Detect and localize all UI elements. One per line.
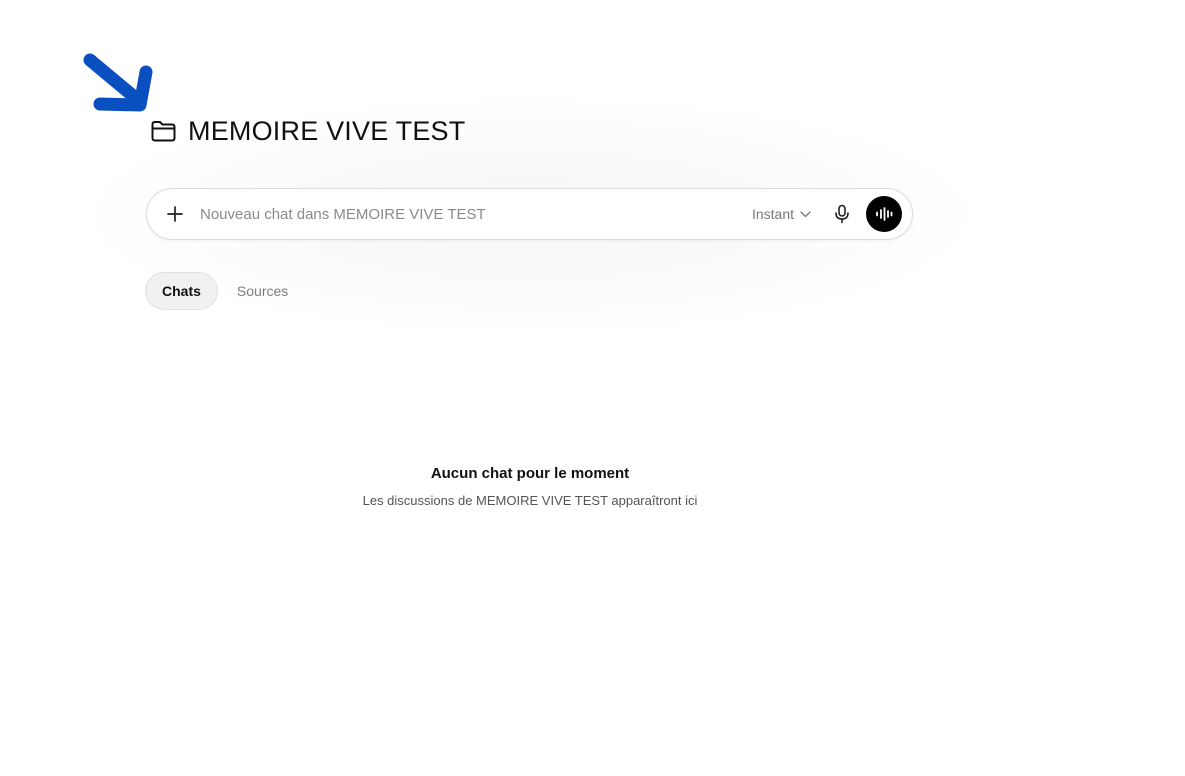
- page-title: MEMOIRE VIVE TEST: [188, 115, 466, 146]
- voice-waveform-icon: [876, 207, 893, 221]
- empty-state: Aucun chat pour le moment Les discussion…: [330, 465, 730, 508]
- tab-chats[interactable]: Chats: [145, 272, 218, 310]
- project-page: MEMOIRE VIVE TEST Instant: [0, 0, 1185, 776]
- mode-dropdown[interactable]: Instant: [752, 206, 811, 222]
- new-chat-input[interactable]: [200, 199, 752, 229]
- empty-state-subtitle: Les discussions de MEMOIRE VIVE TEST app…: [362, 493, 698, 508]
- microphone-icon[interactable]: [829, 201, 855, 227]
- tab-sources[interactable]: Sources: [218, 272, 302, 310]
- voice-mode-button[interactable]: [866, 196, 902, 232]
- arrow-annotation-icon: [83, 53, 153, 112]
- chevron-down-icon: [800, 210, 811, 218]
- folder-icon: [149, 117, 177, 145]
- chat-composer: Instant: [146, 188, 913, 240]
- empty-state-title: Aucun chat pour le moment: [430, 465, 630, 482]
- mode-label: Instant: [751, 206, 794, 222]
- project-header: MEMOIRE VIVE TEST: [149, 113, 465, 149]
- plus-icon[interactable]: [161, 200, 189, 228]
- project-tabs: Chats Sources: [145, 272, 302, 310]
